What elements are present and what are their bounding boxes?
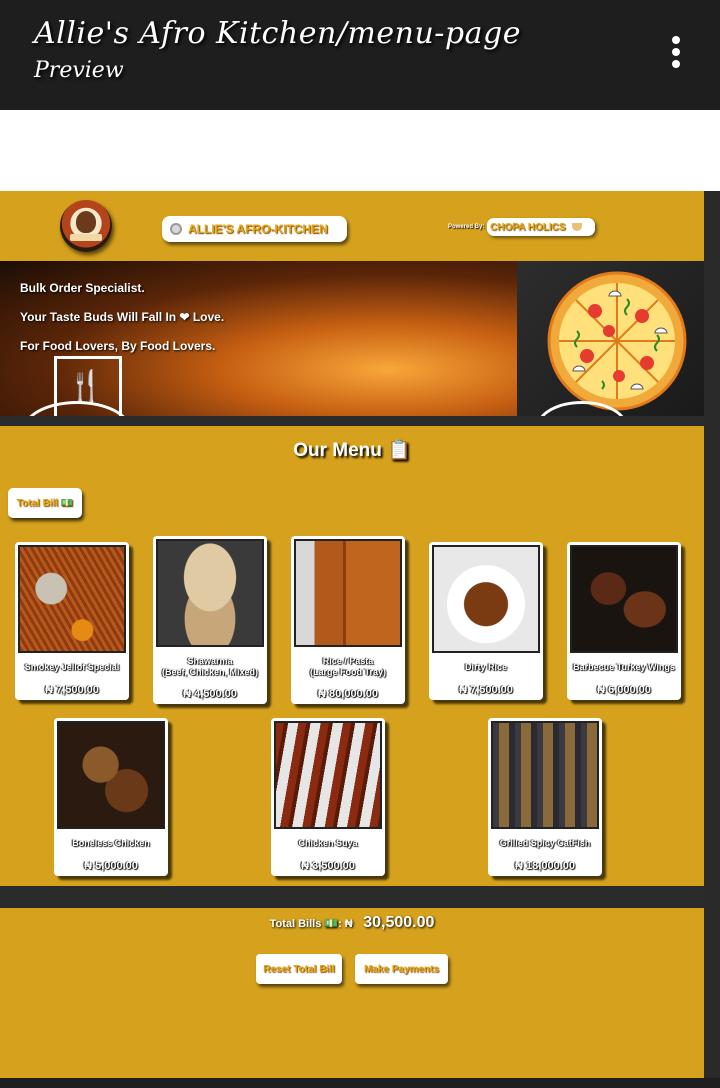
brand-name-badge[interactable]: ALLIE'S AFRO-KITCHEN — [162, 216, 347, 242]
menu-item-price: ₦ 4,500.00 — [183, 688, 237, 700]
brand-logo — [60, 200, 112, 252]
food-image — [491, 721, 599, 829]
total-bills-label: Total Bills 💵: ₦ — [269, 918, 353, 930]
food-image — [294, 539, 402, 647]
menu-item-name: Grilled Spicy CatFish — [499, 838, 591, 848]
menu-item-price: ₦ 80,000.00 — [318, 688, 378, 700]
menu-item-name: Dirty Rice — [464, 662, 508, 672]
app-title: Allie's Afro Kitchen/menu-page — [34, 16, 521, 51]
bills-divider — [0, 886, 704, 908]
menu-item-price: ₦ 6,000.00 — [597, 684, 651, 696]
scrollbar[interactable] — [704, 191, 720, 1088]
brand-name: ALLIE'S AFRO-KITCHEN — [188, 222, 328, 236]
menu-item-name: Chicken Suya — [298, 838, 358, 848]
food-image — [18, 545, 126, 653]
menu-item-name: Shawarma (Beef, Chicken, Mixed) — [161, 656, 259, 677]
pizza-panel — [517, 261, 704, 416]
menu-item-card[interactable]: Smokey Jellof Special ₦ 7,500.00 — [15, 542, 129, 700]
total-bills-amount: 30,500.00 — [363, 914, 435, 931]
food-image — [570, 545, 678, 653]
menu-item-price: ₦ 7,500.00 — [45, 684, 99, 696]
menu-item-name: Smokey Jellof Special — [24, 662, 120, 672]
section-divider — [0, 416, 704, 426]
food-image — [156, 539, 264, 647]
powered-by-label: Powered By: — [448, 224, 485, 230]
logo-band — [70, 234, 102, 241]
menu-item-card[interactable]: Boneless Chicken ₦ 5,000.00 — [54, 718, 168, 876]
powered-by-badge[interactable]: CHOPA HOLICS — [487, 218, 595, 236]
menu-item-card[interactable]: Dirty Rice ₦ 7,500.00 — [429, 542, 543, 700]
app-bar: Allie's Afro Kitchen/menu-page Preview — [0, 0, 720, 110]
menu-item-card[interactable]: Chicken Suya ₦ 3,500.00 — [271, 718, 385, 876]
total-bills-line: Total Bills 💵: ₦ 30,500.00 — [0, 914, 704, 932]
total-bill-button[interactable]: Total Bill 💵 — [8, 488, 82, 518]
menu-item-price: ₦ 3,500.00 — [301, 860, 355, 872]
menu-title: Our Menu 📋 — [293, 440, 411, 461]
bottom-strip — [0, 1078, 720, 1088]
logo-chef-face — [76, 211, 96, 233]
menu-item-card[interactable]: Barbecue Turkey Wings ₦ 6,000.00 — [567, 542, 681, 700]
blank-banner — [0, 110, 720, 191]
hero-line-2: Your Taste Buds Will Fall In ❤ Love. — [20, 310, 225, 324]
food-image — [274, 721, 382, 829]
hero-banner: Bulk Order Specialist. Your Taste Buds W… — [0, 261, 517, 416]
food-image — [432, 545, 540, 653]
reset-total-bill-button[interactable]: Reset Total Bill — [256, 954, 342, 984]
menu-item-card[interactable]: Rice / Pasta (Large Food Tray) ₦ 80,000.… — [291, 536, 405, 704]
dish-icon — [170, 223, 182, 235]
menu-item-name: Rice / Pasta (Large Food Tray) — [309, 656, 386, 677]
make-payments-button[interactable]: Make Payments — [355, 954, 448, 984]
hero-line-3: For Food Lovers, By Food Lovers. — [20, 339, 216, 353]
menu-item-card[interactable]: Shawarma (Beef, Chicken, Mixed) ₦ 4,500.… — [153, 536, 267, 704]
hero-line-1: Bulk Order Specialist. — [20, 281, 145, 295]
bowl-icon — [571, 223, 582, 231]
app-subtitle: Preview — [34, 58, 124, 83]
menu-item-price: ₦ 7,500.00 — [459, 684, 513, 696]
kebab-menu-icon[interactable] — [664, 36, 688, 76]
powered-by-name: CHOPA HOLICS — [490, 221, 566, 233]
food-image — [57, 721, 165, 829]
pizza-icon — [547, 271, 687, 411]
menu-item-price: ₦ 5,000.00 — [84, 860, 138, 872]
menu-item-name: Boneless Chicken — [72, 838, 150, 848]
menu-item-name: Barbecue Turkey Wings — [573, 662, 675, 672]
menu-item-card[interactable]: Grilled Spicy CatFish ₦ 18,000.00 — [488, 718, 602, 876]
menu-item-price: ₦ 18,000.00 — [515, 860, 575, 872]
